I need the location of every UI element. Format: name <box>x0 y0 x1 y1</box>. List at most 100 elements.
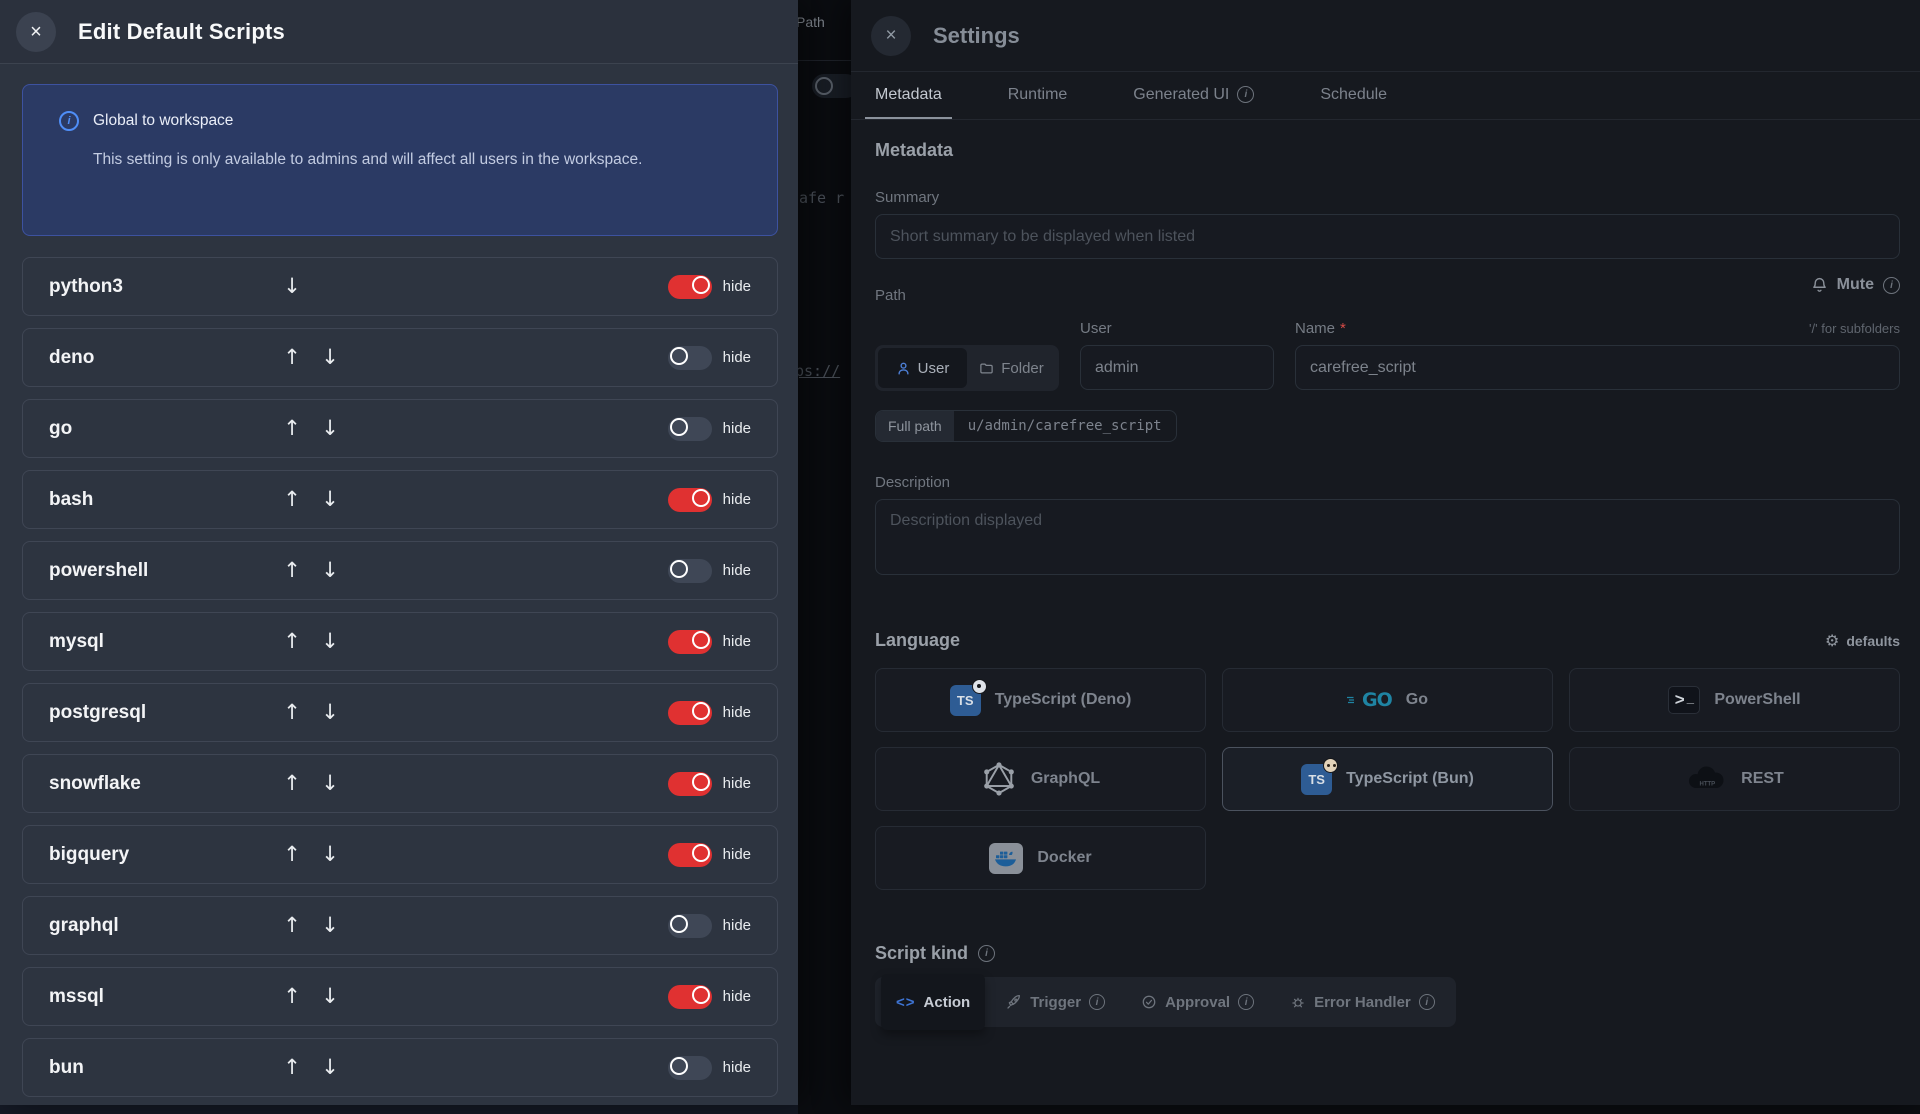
table-row: postgresql ↑ ↓ hide <box>22 683 778 742</box>
mute-control[interactable]: Mute i <box>1811 276 1900 294</box>
background-code-fragment: afe r <box>799 189 845 207</box>
move-down-icon[interactable]: ↓ <box>281 276 303 297</box>
move-down-icon[interactable]: ↓ <box>319 773 341 794</box>
summary-label: Summary <box>875 189 940 206</box>
move-down-icon[interactable]: ↓ <box>319 560 341 581</box>
settings-content: Metadata Mute i Summary Path User Name* … <box>851 140 1920 1030</box>
owner-kind-segmented: User Folder <box>875 345 1059 391</box>
move-down-icon[interactable]: ↓ <box>319 418 341 439</box>
language-name: bun <box>49 1056 84 1078</box>
move-down-icon[interactable]: ↓ <box>319 489 341 510</box>
script-kind-label: Approval <box>1165 993 1231 1011</box>
script-kind-option[interactable]: Error Handler i <box>1275 981 1450 1023</box>
background-url-fragment: ps:// <box>795 362 841 380</box>
move-up-icon[interactable]: ↑ <box>281 844 303 865</box>
hide-toggle-label: hide <box>722 491 751 508</box>
script-kind-option[interactable]: Approval i <box>1126 981 1269 1023</box>
language-name: mssql <box>49 985 104 1007</box>
owner-kind-user-button[interactable]: User <box>878 348 967 388</box>
language-option[interactable]: GraphQL <box>875 747 1206 811</box>
tab[interactable]: Generated UI i <box>1123 72 1264 119</box>
required-asterisk: * <box>1340 320 1346 337</box>
script-kind-heading: Script kind <box>875 943 969 963</box>
tab-label: Metadata <box>875 85 942 103</box>
owner-kind-folder-button[interactable]: Folder <box>967 348 1056 388</box>
move-up-icon[interactable]: ↑ <box>281 347 303 368</box>
close-icon[interactable]: × <box>16 11 56 52</box>
move-down-icon[interactable]: ↓ <box>319 1057 341 1078</box>
move-up-icon[interactable]: ↑ <box>281 560 303 581</box>
mute-label: Mute <box>1836 276 1874 293</box>
tab[interactable]: Metadata i <box>865 72 952 119</box>
subfolder-hint: '/' for subfolders <box>1809 321 1900 336</box>
language-name: graphql <box>49 914 119 936</box>
table-row: go ↑ ↓ hide <box>22 399 778 458</box>
move-down-icon[interactable]: ↓ <box>319 986 341 1007</box>
graphql-icon <box>981 761 1017 797</box>
gear-icon: ⚙ <box>1824 631 1840 650</box>
language-name: go <box>49 417 73 439</box>
tab[interactable]: Schedule i <box>1310 72 1397 119</box>
tab[interactable]: Runtime i <box>998 72 1078 119</box>
language-defaults-button[interactable]: ⚙ defaults <box>1825 631 1900 650</box>
hide-toggle[interactable] <box>667 558 712 583</box>
move-up-icon[interactable]: ↑ <box>281 631 303 652</box>
hide-toggle[interactable] <box>667 629 712 654</box>
move-up-icon[interactable]: ↑ <box>281 1057 303 1078</box>
name-field-label: Name * <box>1295 320 1346 337</box>
language-name: deno <box>49 346 95 368</box>
move-up-icon[interactable]: ↑ <box>281 418 303 439</box>
summary-input[interactable] <box>875 214 1900 259</box>
hide-toggle[interactable] <box>667 345 712 370</box>
language-heading: Language <box>875 630 961 650</box>
close-icon[interactable]: × <box>871 15 911 56</box>
move-down-icon[interactable]: ↓ <box>319 702 341 723</box>
language-option[interactable]: HTTP REST <box>1569 747 1900 811</box>
path-fields: User Folder <box>875 345 1900 391</box>
table-row: bash ↑ ↓ hide <box>22 470 778 529</box>
hide-toggle[interactable] <box>667 842 712 867</box>
script-kind-option[interactable]: <> Action i <box>881 974 986 1030</box>
move-up-icon[interactable]: ↑ <box>281 986 303 1007</box>
table-row: snowflake ↑ ↓ hide <box>22 754 778 813</box>
owner-input[interactable] <box>1080 345 1274 390</box>
hide-toggle[interactable] <box>667 984 712 1009</box>
move-down-icon[interactable]: ↓ <box>319 915 341 936</box>
hide-toggle[interactable] <box>667 1055 712 1080</box>
rocket-icon <box>1006 994 1022 1010</box>
settings-tabs: Metadata i Runtime i Generated UI i Sche… <box>851 72 1920 120</box>
typescript-deno-icon: TS <box>949 678 987 716</box>
hide-toggle[interactable] <box>667 416 712 441</box>
move-down-icon[interactable]: ↓ <box>319 844 341 865</box>
hide-toggle[interactable] <box>667 274 712 299</box>
move-up-icon[interactable]: ↑ <box>281 489 303 510</box>
hide-toggle[interactable] <box>667 913 712 938</box>
language-option[interactable]: TS TypeScript (Deno) <box>875 668 1206 732</box>
move-up-icon[interactable]: ↑ <box>281 915 303 936</box>
language-option[interactable]: TS TypeScript (Bun) <box>1222 747 1553 811</box>
language-option[interactable]: > _ PowerShell <box>1569 668 1900 732</box>
table-row: deno ↑ ↓ hide <box>22 328 778 387</box>
hide-toggle[interactable] <box>667 487 712 512</box>
powershell-icon: > _ <box>1668 686 1701 714</box>
description-label: Description <box>875 474 951 491</box>
description-textarea[interactable] <box>875 499 1900 575</box>
path-label: Path <box>875 287 906 304</box>
language-option-label: TypeScript (Bun) <box>1346 770 1474 787</box>
move-up-icon[interactable]: ↑ <box>281 702 303 723</box>
language-option[interactable]: GO Go <box>1222 668 1553 732</box>
table-row: powershell ↑ ↓ hide <box>22 541 778 600</box>
hide-toggle-label: hide <box>722 917 751 934</box>
move-up-icon[interactable]: ↑ <box>281 773 303 794</box>
script-kind-option[interactable]: Trigger i <box>991 981 1120 1023</box>
page-bottom-strip <box>0 1105 798 1114</box>
table-row: mssql ↑ ↓ hide <box>22 967 778 1026</box>
hide-toggle[interactable] <box>667 771 712 796</box>
script-name-input[interactable] <box>1295 345 1900 390</box>
hide-toggle[interactable] <box>667 700 712 725</box>
tab-label: Schedule <box>1320 85 1388 103</box>
move-down-icon[interactable]: ↓ <box>319 631 341 652</box>
language-option[interactable]: Docker <box>875 826 1206 890</box>
info-icon: i <box>59 111 79 131</box>
move-down-icon[interactable]: ↓ <box>319 347 341 368</box>
